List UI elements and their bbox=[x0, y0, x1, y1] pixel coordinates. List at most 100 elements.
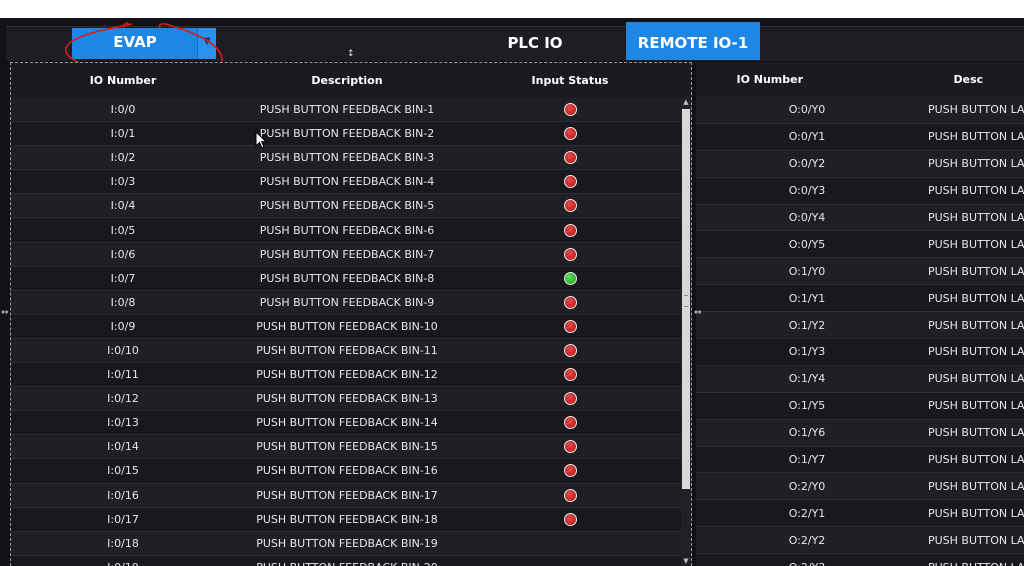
io-number-cell: I:0/3 bbox=[110, 175, 136, 189]
table-row: O:0/Y0 PUSH BUTTON LAM bbox=[696, 97, 1024, 124]
input-table-header: IO Number Description Input Status bbox=[11, 63, 681, 97]
vertical-scrollbar[interactable]: ▲ ▼ bbox=[681, 97, 691, 566]
chevron-down-icon[interactable]: ▼ bbox=[197, 28, 216, 59]
input-status-cell bbox=[459, 151, 681, 165]
table-row: O:2/Y1 PUSH BUTTON LAM bbox=[696, 500, 1024, 528]
table-row: I:0/3 PUSH BUTTON FEEDBACK BIN-4 bbox=[11, 170, 681, 195]
table-row: I:0/18 PUSH BUTTON FEEDBACK BIN-19 bbox=[11, 531, 681, 556]
table-row: I:0/5 PUSH BUTTON FEEDBACK BIN-6 bbox=[11, 218, 681, 243]
table-row: O:0/Y2 PUSH BUTTON LAM bbox=[696, 150, 1024, 178]
description-cell: PUSH BUTTON LAM bbox=[928, 291, 1024, 305]
io-number-cell: I:0/9 bbox=[110, 319, 136, 333]
table-row: I:0/17 PUSH BUTTON FEEDBACK BIN-18 bbox=[11, 507, 681, 532]
io-number-cell: I:0/4 bbox=[110, 199, 136, 213]
description-cell: PUSH BUTTON FEEDBACK BIN-15 bbox=[256, 440, 438, 454]
description-cell: PUSH BUTTON FEEDBACK BIN-16 bbox=[256, 464, 438, 478]
area-dropdown-value: EVAP bbox=[113, 33, 157, 51]
description-cell: PUSH BUTTON LAM bbox=[928, 399, 1024, 413]
description-cell: PUSH BUTTON FEEDBACK BIN-19 bbox=[256, 536, 438, 550]
io-number-cell: I:0/2 bbox=[110, 151, 136, 165]
status-indicator-off bbox=[563, 295, 577, 309]
scroll-down-arrow-icon[interactable]: ▼ bbox=[681, 556, 691, 566]
io-number-cell: O:1/Y2 bbox=[788, 318, 826, 332]
status-indicator-off bbox=[563, 416, 577, 430]
io-number-cell: I:0/7 bbox=[110, 271, 136, 285]
status-indicator-off bbox=[563, 127, 577, 141]
status-indicator-off bbox=[563, 319, 577, 333]
description-cell: PUSH BUTTON FEEDBACK BIN-18 bbox=[256, 512, 438, 526]
description-cell: PUSH BUTTON LAM bbox=[928, 318, 1024, 332]
table-row: I:0/16 PUSH BUTTON FEEDBACK BIN-17 bbox=[11, 483, 681, 508]
status-indicator-off bbox=[563, 151, 577, 165]
io-number-cell: I:0/11 bbox=[107, 368, 139, 382]
status-indicator-off bbox=[563, 440, 577, 454]
table-row: O:0/Y3 PUSH BUTTON LAM bbox=[696, 177, 1024, 205]
io-number-cell: O:0/Y4 bbox=[788, 211, 826, 224]
table-row: O:1/Y7 PUSH BUTTON LAM bbox=[696, 446, 1024, 474]
io-number-cell: I:0/0 bbox=[110, 103, 136, 117]
area-dropdown[interactable]: EVAP ▼ bbox=[72, 28, 216, 59]
column-header-description: Description bbox=[311, 73, 383, 87]
table-row: O:1/Y4 PUSH BUTTON LAM bbox=[696, 365, 1024, 393]
io-number-cell: O:1/Y1 bbox=[788, 291, 826, 305]
description-cell: PUSH BUTTON FEEDBACK BIN-6 bbox=[259, 223, 435, 237]
input-status-cell bbox=[459, 295, 681, 309]
io-number-cell: I:0/15 bbox=[107, 464, 139, 478]
description-cell: PUSH BUTTON LAM bbox=[928, 211, 1024, 224]
description-cell: PUSH BUTTON LAM bbox=[928, 264, 1024, 278]
description-cell: PUSH BUTTON FEEDBACK BIN-8 bbox=[259, 271, 435, 285]
io-number-cell: I:0/1 bbox=[110, 127, 136, 141]
description-cell: PUSH BUTTON FEEDBACK BIN-12 bbox=[256, 368, 438, 382]
scroll-up-arrow-icon[interactable]: ▲ bbox=[681, 97, 691, 107]
column-header-description: Desc bbox=[953, 72, 984, 86]
table-row: O:2/Y0 PUSH BUTTON LAM bbox=[696, 473, 1024, 501]
io-number-cell: I:0/16 bbox=[107, 488, 139, 502]
description-cell: PUSH BUTTON FEEDBACK BIN-17 bbox=[256, 488, 438, 502]
status-indicator-off bbox=[563, 488, 577, 502]
resize-handle-icon[interactable]: ⇔ bbox=[1, 309, 9, 318]
description-cell: PUSH BUTTON LAM bbox=[928, 184, 1024, 198]
input-status-cell bbox=[459, 440, 681, 454]
table-row: I:0/0 PUSH BUTTON FEEDBACK BIN-1 bbox=[11, 98, 681, 123]
io-number-cell: I:0/19 bbox=[11, 561, 235, 566]
table-row: I:0/9 PUSH BUTTON FEEDBACK BIN-10 bbox=[11, 314, 681, 339]
table-row: O:1/Y3 PUSH BUTTON LAM bbox=[696, 339, 1024, 366]
description-cell: PUSH BUTTON LAM bbox=[918, 561, 1024, 566]
io-number-cell: O:2/Y0 bbox=[788, 479, 826, 493]
table-row: O:0/Y1 PUSH BUTTON LAM bbox=[696, 123, 1024, 151]
input-status-cell bbox=[459, 103, 681, 117]
input-status-cell bbox=[459, 319, 681, 333]
description-cell: PUSH BUTTON LAM bbox=[928, 345, 1024, 359]
table-row: O:1/Y1 PUSH BUTTON LAM bbox=[696, 285, 1024, 313]
output-table-body: O:0/Y0 PUSH BUTTON LAM O:0/Y1 PUSH BUTTON L… bbox=[696, 97, 1024, 566]
status-indicator-off bbox=[563, 175, 577, 189]
io-number-cell: I:0/6 bbox=[110, 247, 136, 261]
description-cell: PUSH BUTTON LAM bbox=[928, 506, 1024, 520]
table-row: I:0/8 PUSH BUTTON FEEDBACK BIN-9 bbox=[11, 290, 681, 315]
resize-handle-icon[interactable]: ↕ bbox=[347, 50, 355, 59]
table-row: I:0/1 PUSH BUTTON FEEDBACK BIN-2 bbox=[11, 122, 681, 147]
io-number-cell: I:0/14 bbox=[107, 440, 139, 454]
description-cell: PUSH BUTTON LAM bbox=[928, 237, 1024, 251]
io-number-cell: O:0/Y2 bbox=[788, 157, 826, 171]
tab-remote-io-1[interactable]: REMOTE IO-1 bbox=[626, 22, 760, 60]
input-status-cell bbox=[459, 199, 681, 213]
column-header-io-number: IO Number bbox=[89, 73, 157, 87]
table-row: I:0/11 PUSH BUTTON FEEDBACK BIN-12 bbox=[11, 363, 681, 388]
io-number-cell: O:1/Y5 bbox=[788, 399, 826, 413]
io-number-cell: O:2/Y3 bbox=[696, 561, 918, 566]
table-row: O:2/Y3PUSH BUTTON LAM bbox=[696, 554, 1024, 566]
description-cell: PUSH BUTTON LAM bbox=[928, 157, 1024, 171]
description-cell: PUSH BUTTON LAM bbox=[928, 426, 1024, 440]
io-number-cell: I:0/8 bbox=[110, 295, 136, 309]
resize-handle-icon[interactable]: ⇔ bbox=[694, 309, 702, 318]
io-number-cell: O:1/Y6 bbox=[788, 426, 826, 440]
status-indicator-off bbox=[563, 343, 577, 357]
output-io-panel: IO Number Desc O:0/Y0 PUSH BUTTON LAM O:0/… bbox=[696, 62, 1024, 566]
input-status-cell bbox=[459, 271, 681, 285]
description-cell: PUSH BUTTON LAM bbox=[928, 130, 1024, 144]
table-row: I:0/6 PUSH BUTTON FEEDBACK BIN-7 bbox=[11, 242, 681, 267]
status-indicator-off bbox=[563, 464, 577, 478]
description-cell: PUSH BUTTON FEEDBACK BIN-9 bbox=[259, 295, 435, 309]
scrollbar-thumb[interactable] bbox=[682, 109, 690, 489]
